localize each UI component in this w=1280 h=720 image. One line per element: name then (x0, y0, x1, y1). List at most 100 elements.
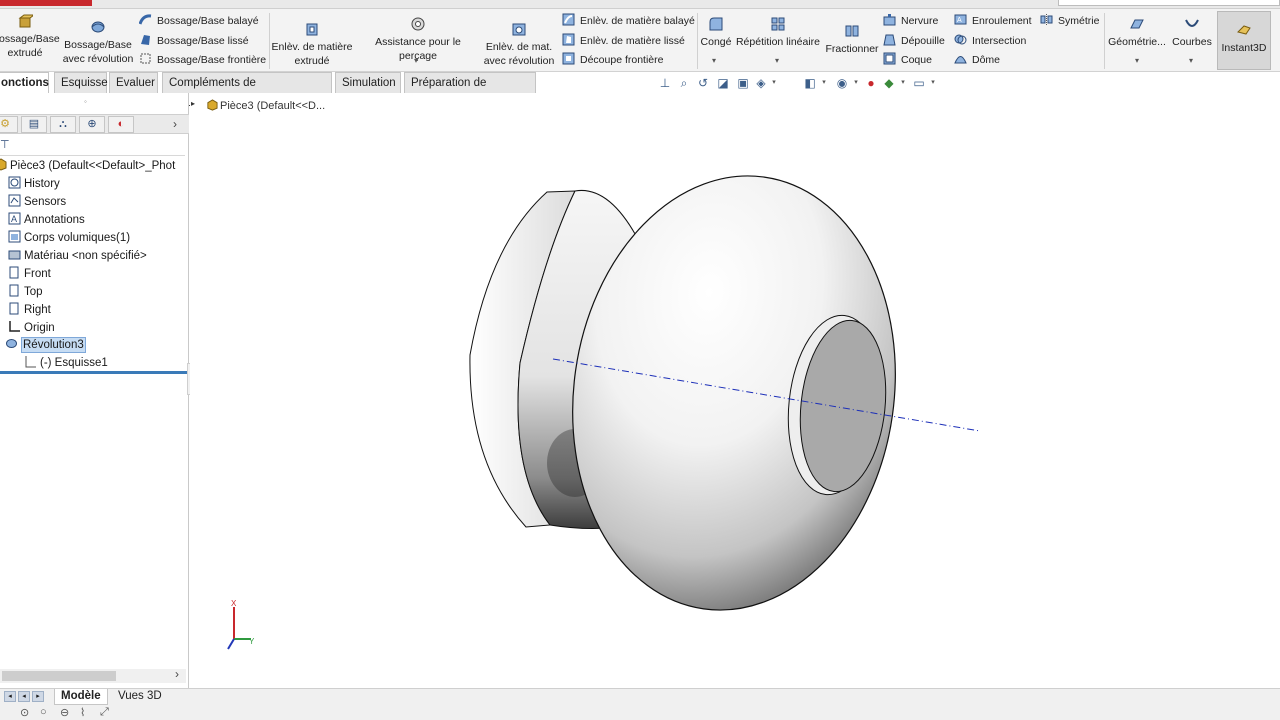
solidworks-logo[interactable] (0, 0, 92, 6)
tree-item-annotations[interactable]: A Annotations (8, 212, 85, 229)
view-settings-dropdown-icon[interactable]: ▾ (926, 76, 940, 90)
tree-item-material[interactable]: Matériau <non spécifié> (8, 248, 147, 265)
hide-show-dropdown-icon[interactable]: ▾ (849, 76, 863, 90)
display-style-dropdown-icon[interactable]: ▾ (817, 76, 831, 90)
tree-filter[interactable]: ⊤ (0, 136, 185, 156)
tree-root[interactable]: Pièce3 (Default<<Default>_Phot (0, 158, 175, 175)
fillet-button[interactable]: Congé (698, 14, 734, 49)
tab-model[interactable]: Modèle (54, 689, 108, 705)
reference-geometry-button[interactable]: Géométrie... (1108, 14, 1166, 49)
tabs-scroll-right-icon[interactable]: › (173, 117, 177, 131)
scrollbar-thumb[interactable] (2, 671, 116, 681)
lofted-cut-button[interactable]: Enlèv. de matière lissé (562, 32, 685, 50)
apply-scene-icon[interactable]: ◆ (882, 76, 896, 90)
tab-features[interactable]: onctions (0, 72, 49, 93)
previous-view-icon[interactable]: ↺ (696, 76, 710, 90)
shell-button[interactable]: Coque (883, 51, 932, 69)
linear-pattern-dropdown-icon[interactable]: ▾ (775, 56, 779, 65)
tree-item-revolve3[interactable]: Révolution3 (5, 337, 86, 354)
graphics-area[interactable]: ▸ Pièce3 (Default<<D... X Y (190, 93, 1280, 688)
intersect-button[interactable]: Intersection (954, 32, 1026, 50)
panel-grip-icon[interactable]: ◦ (84, 97, 87, 106)
revolved-boss-button[interactable]: Bossage/Base avec révolution (62, 17, 134, 66)
tree-item-right-plane[interactable]: Right (8, 302, 51, 319)
configuration-manager-tab-icon[interactable]: ⛬ (50, 116, 76, 133)
linear-pattern-button[interactable]: Répétition linéaire (734, 14, 822, 49)
edit-appearance-icon[interactable]: ● (864, 76, 878, 90)
split-icon (845, 25, 859, 37)
mirror-button[interactable]: Symétrie (1040, 12, 1099, 30)
view-orientation-dropdown-icon[interactable]: ▾ (767, 76, 781, 90)
wrap-button[interactable]: A Enroulement (954, 12, 1032, 30)
extruded-boss-button[interactable]: Bossage/Base extrudé (0, 11, 60, 60)
scroll-right-icon[interactable]: › (175, 667, 179, 681)
feature-tree-tab-icon[interactable]: ⚙ (0, 116, 18, 133)
hole-wizard-dropdown-icon[interactable]: ▾ (414, 56, 418, 65)
feature-manager-tabs: ⚙ ▤ ⛬ ⊕ ◐ › (0, 114, 189, 134)
hide-show-items-icon[interactable]: ◉ (835, 76, 849, 90)
curves-button[interactable]: Courbes (1168, 14, 1216, 49)
revolve-feature-icon (6, 339, 17, 348)
zoom-to-fit-icon[interactable]: ⊥ (658, 76, 672, 90)
rib-button[interactable]: Nervure (883, 12, 938, 30)
status-tool-icon[interactable]: ⌇ (80, 706, 85, 719)
tree-horizontal-scrollbar[interactable]: › (0, 667, 186, 683)
rollback-bar[interactable] (0, 371, 187, 374)
tab-analysis-preparation[interactable]: Préparation de l'analyse (404, 72, 536, 109)
tab-solidworks-addins[interactable]: Compléments de SOLIDWORKS (162, 72, 332, 109)
display-manager-tab-icon[interactable]: ◐ (108, 116, 134, 133)
curves-dropdown-icon[interactable]: ▾ (1189, 56, 1193, 65)
lofted-boss-label: Bossage/Base lissé (157, 35, 249, 47)
tree-item-label: Front (24, 268, 51, 280)
apply-scene-dropdown-icon[interactable]: ▾ (896, 76, 910, 90)
tree-item-top-plane[interactable]: Top (8, 284, 43, 301)
dome-button[interactable]: Dôme (954, 51, 1000, 69)
tab-scroll-next-icon[interactable]: ▸ (32, 691, 44, 702)
status-tool-icon[interactable]: ⊖ (60, 706, 69, 719)
tab-scroll-first-icon[interactable]: ◂ (4, 691, 16, 702)
split-button[interactable]: Fractionner (823, 21, 881, 56)
fillet-dropdown-icon[interactable]: ▾ (712, 56, 716, 65)
sensors-icon (8, 194, 21, 207)
svg-text:A: A (11, 214, 17, 224)
curves-icon (1185, 19, 1199, 27)
origin-icon (9, 321, 20, 332)
boundary-boss-button[interactable]: Bossage/Base frontière (139, 51, 266, 69)
status-tool-icon[interactable]: ○ (40, 706, 47, 718)
status-tool-icon[interactable]: ⤢ (100, 706, 109, 719)
tree-item-sensors[interactable]: Sensors (8, 194, 66, 211)
tab-simulation[interactable]: Simulation (335, 72, 401, 93)
tree-item-label: Right (24, 304, 51, 316)
dynamic-annotation-icon[interactable]: ▣ (736, 76, 750, 90)
swept-boss-button[interactable]: Bossage/Base balayé (139, 12, 259, 30)
swept-cut-button[interactable]: Enlèv. de matière balayé (562, 12, 695, 30)
dimxpert-manager-tab-icon[interactable]: ⊕ (79, 116, 105, 133)
tab-sketch[interactable]: Esquisse (54, 72, 108, 93)
title-strip (0, 0, 1280, 9)
draft-button[interactable]: Dépouille (883, 32, 945, 50)
view-orientation-icon[interactable]: ◈ (754, 76, 768, 90)
section-view-icon[interactable]: ◪ (716, 76, 730, 90)
property-manager-tab-icon[interactable]: ▤ (21, 116, 47, 133)
tab-scroll-prev-icon[interactable]: ◂ (18, 691, 30, 702)
solid-bodies-icon (8, 230, 21, 243)
tab-3d-views[interactable]: Vues 3D (112, 689, 168, 705)
tab-evaluate[interactable]: Evaluer (109, 72, 158, 93)
tree-item-solid-bodies[interactable]: Corps volumiques(1) (8, 230, 130, 247)
zoom-to-area-icon[interactable]: ⌕ (677, 76, 691, 90)
tree-item-sketch1[interactable]: (-) Esquisse1 (24, 355, 108, 372)
tree-item-history[interactable]: History (8, 176, 60, 193)
revolved-cut-button[interactable]: Enlèv. de mat. avec révolution (482, 19, 556, 68)
reference-geometry-dropdown-icon[interactable]: ▾ (1135, 56, 1139, 65)
search-box[interactable] (1058, 0, 1280, 6)
tree-item-front-plane[interactable]: Front (8, 266, 51, 283)
boundary-cut-button[interactable]: Découpe frontière (562, 51, 663, 69)
lofted-boss-button[interactable]: Bossage/Base lissé (139, 32, 249, 50)
knob-model[interactable]: X Y (190, 93, 1280, 688)
display-style-icon[interactable]: ◧ (803, 76, 817, 90)
instant3d-button[interactable]: Instant3D (1217, 11, 1271, 70)
view-settings-icon[interactable]: ▭ (912, 76, 926, 90)
status-tool-icon[interactable]: ⊙ (20, 706, 29, 719)
extruded-cut-button[interactable]: Enlèv. de matière extrudé (270, 19, 354, 68)
tree-item-origin[interactable]: Origin (8, 320, 55, 337)
